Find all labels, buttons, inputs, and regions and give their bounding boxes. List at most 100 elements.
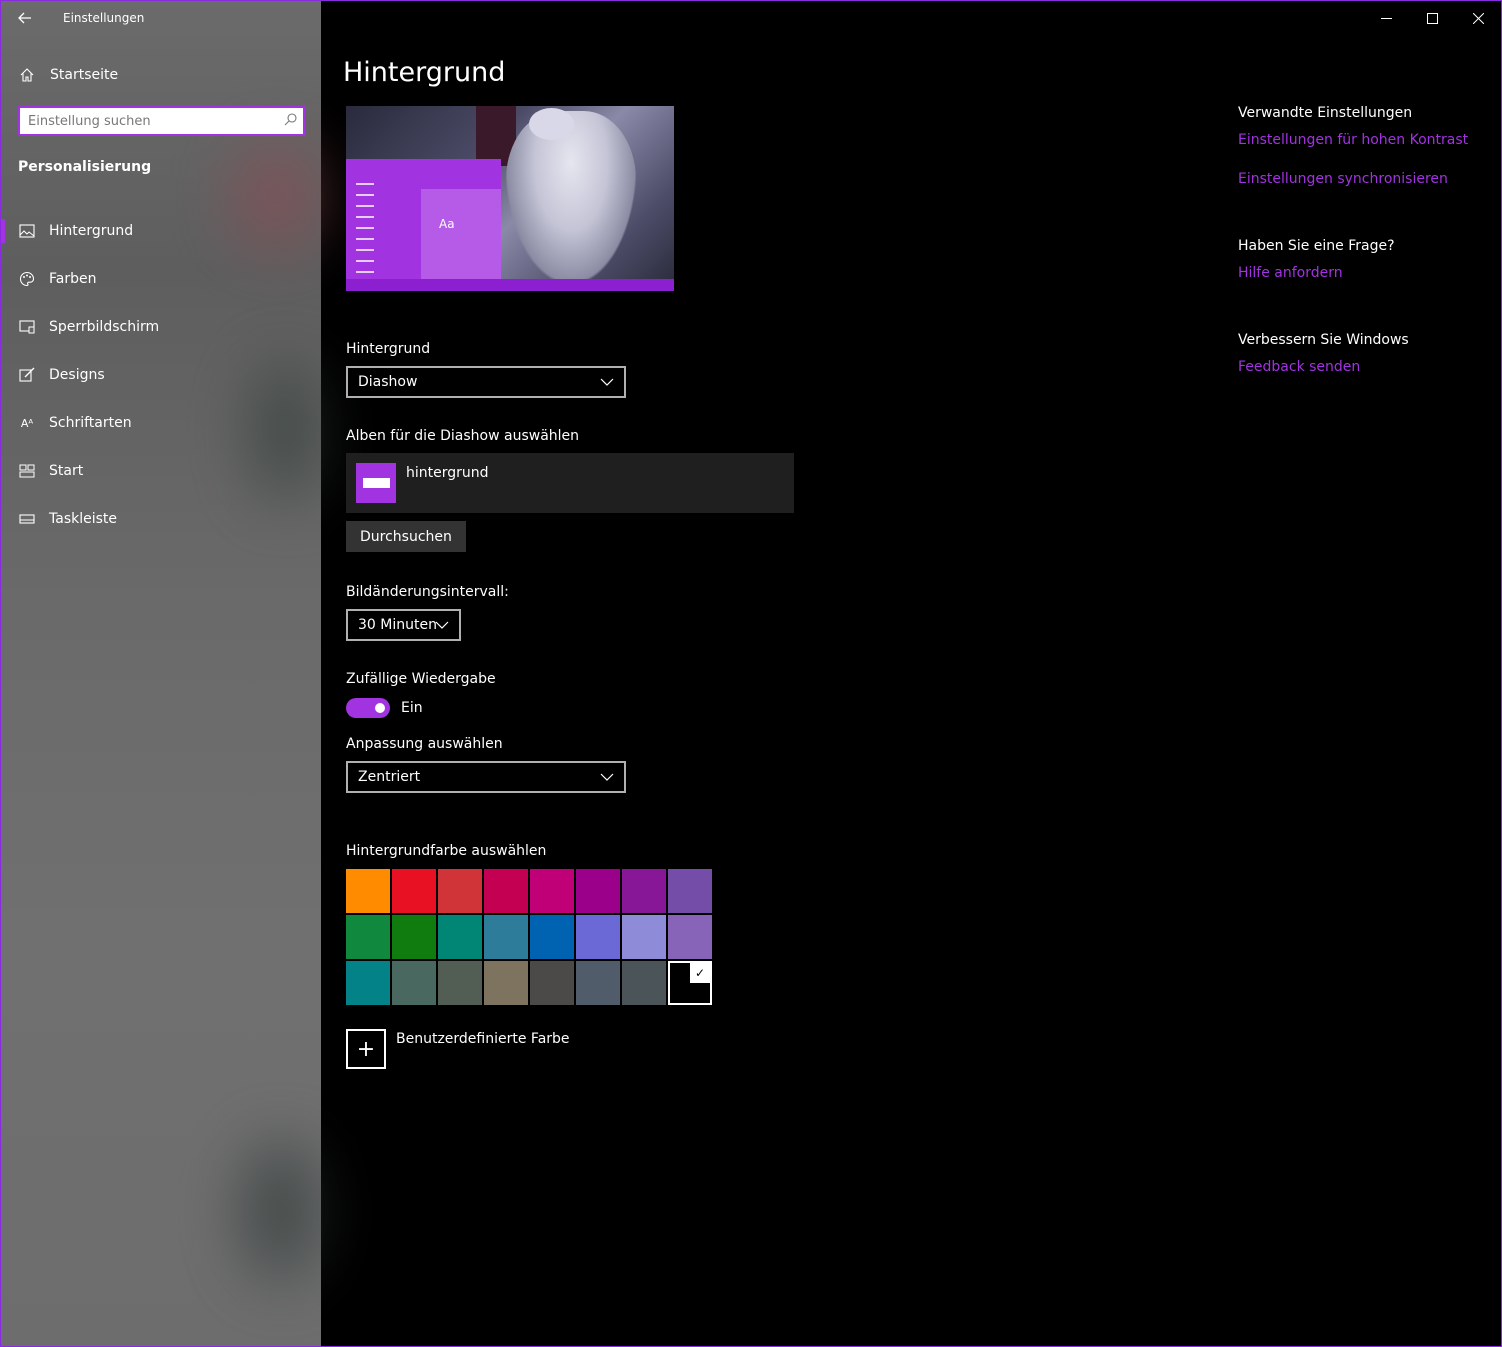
- toggle-knob: [375, 703, 385, 713]
- main-content: Hintergrund Aa Hintergrund Diashow Alben…: [343, 1, 1206, 1346]
- shuffle-label: Zufällige Wiedergabe: [346, 671, 496, 687]
- preview-tiles: Aa: [421, 189, 501, 281]
- color-swatch[interactable]: [346, 915, 390, 959]
- color-swatch[interactable]: [576, 869, 620, 913]
- background-type-dropdown[interactable]: Diashow: [346, 366, 626, 398]
- color-swatch[interactable]: [530, 869, 574, 913]
- album-item[interactable]: hintergrund: [346, 453, 794, 513]
- color-label: Hintergrundfarbe auswählen: [346, 843, 547, 859]
- related-title: Verwandte Einstellungen: [1238, 105, 1413, 121]
- font-icon: Aᴬ: [20, 416, 34, 430]
- minimize-button[interactable]: [1363, 1, 1409, 35]
- nav-item-label: Hintergrund: [49, 223, 134, 239]
- color-swatch[interactable]: [530, 915, 574, 959]
- start-tiles-icon: [18, 464, 36, 478]
- color-swatch[interactable]: [622, 915, 666, 959]
- fit-label: Anpassung auswählen: [346, 736, 503, 752]
- color-swatch-grid: ✓: [346, 869, 714, 1005]
- custom-color-button[interactable]: + Benutzerdefinierte Farbe: [346, 1029, 570, 1069]
- color-swatch[interactable]: [530, 961, 574, 1005]
- high-contrast-link[interactable]: Einstellungen für hohen Kontrast: [1238, 132, 1468, 148]
- plus-icon: +: [346, 1029, 386, 1069]
- image-icon: [18, 224, 36, 238]
- interval-value: 30 Minuten: [358, 617, 437, 633]
- color-swatch[interactable]: [392, 915, 436, 959]
- color-swatch[interactable]: [392, 869, 436, 913]
- designs-brush-icon: [18, 367, 36, 383]
- maximize-icon: [1426, 12, 1438, 24]
- background-type-label: Hintergrund: [346, 341, 431, 357]
- nav-item-farben[interactable]: Farben: [1, 255, 321, 303]
- nav-item-start[interactable]: Start: [1, 447, 321, 495]
- interval-label: Bildänderungsintervall:: [346, 584, 509, 600]
- back-button[interactable]: [1, 1, 49, 35]
- close-button[interactable]: [1455, 1, 1501, 35]
- nav-home[interactable]: Startseite: [1, 59, 321, 91]
- interval-dropdown[interactable]: 30 Minuten: [346, 609, 461, 641]
- preview-start-menu: Aa: [346, 159, 501, 291]
- color-swatch[interactable]: [622, 869, 666, 913]
- background-type-value: Diashow: [358, 374, 418, 390]
- color-swatch[interactable]: [346, 961, 390, 1005]
- color-swatch[interactable]: [346, 869, 390, 913]
- checkmark-icon: ✓: [690, 963, 710, 983]
- settings-window: Einstellungen Startseite Personalisierun…: [0, 0, 1502, 1347]
- nav-item-label: Schriftarten: [49, 415, 132, 431]
- back-arrow-icon: [18, 12, 31, 24]
- shuffle-toggle[interactable]: [346, 698, 390, 718]
- maximize-button[interactable]: [1409, 1, 1455, 35]
- lockscreen-icon: [18, 320, 36, 334]
- color-swatch[interactable]: [668, 915, 712, 959]
- color-swatch[interactable]: ✓: [668, 961, 712, 1005]
- color-swatch[interactable]: [484, 961, 528, 1005]
- nav-item-sperrbildschirm[interactable]: Sperrbildschirm: [1, 303, 321, 351]
- color-swatch[interactable]: [668, 869, 712, 913]
- search-box[interactable]: [18, 106, 305, 136]
- color-swatch[interactable]: [484, 869, 528, 913]
- nav-list: Hintergrund Farben Sperrbildschirm Desig…: [1, 207, 321, 543]
- custom-color-label: Benutzerdefinierte Farbe: [396, 1031, 570, 1047]
- minimize-icon: [1380, 17, 1392, 19]
- preview-taskbar: [346, 279, 674, 291]
- section-title: Personalisierung: [18, 159, 152, 175]
- page-title: Hintergrund: [343, 57, 506, 88]
- question-title: Haben Sie eine Frage?: [1238, 238, 1395, 254]
- nav-item-hintergrund[interactable]: Hintergrund: [1, 207, 321, 255]
- nav-home-label: Startseite: [50, 67, 119, 83]
- nav-item-designs[interactable]: Designs: [1, 351, 321, 399]
- shuffle-state: Ein: [401, 700, 423, 716]
- preview-wallpaper-figure: [506, 111, 636, 283]
- search-input[interactable]: [28, 113, 277, 129]
- nav-item-schriftarten[interactable]: Aᴬ Schriftarten: [1, 399, 321, 447]
- feedback-link[interactable]: Feedback senden: [1238, 359, 1360, 375]
- color-swatch[interactable]: [392, 961, 436, 1005]
- album-folder-icon: [356, 463, 396, 503]
- nav-item-label: Designs: [49, 367, 105, 383]
- sync-settings-link[interactable]: Einstellungen synchronisieren: [1238, 171, 1448, 187]
- title-bar: Einstellungen: [1, 1, 321, 35]
- color-swatch[interactable]: [438, 869, 482, 913]
- color-swatch[interactable]: [438, 961, 482, 1005]
- nav-item-taskleiste[interactable]: Taskleiste: [1, 495, 321, 543]
- color-swatch[interactable]: [576, 961, 620, 1005]
- color-swatch[interactable]: [438, 915, 482, 959]
- sidebar-backdrop-blur: [241, 1141, 321, 1281]
- chevron-down-icon: [600, 378, 614, 386]
- color-swatch[interactable]: [622, 961, 666, 1005]
- nav-item-label: Farben: [49, 271, 97, 287]
- nav-item-label: Taskleiste: [49, 511, 118, 527]
- search-icon[interactable]: [277, 112, 303, 130]
- close-icon: [1472, 12, 1484, 24]
- window-controls: [1363, 1, 1501, 35]
- album-name: hintergrund: [406, 465, 489, 481]
- sidebar: Einstellungen Startseite Personalisierun…: [1, 1, 321, 1346]
- nav-item-label: Start: [49, 463, 84, 479]
- color-swatch[interactable]: [484, 915, 528, 959]
- home-icon: [18, 67, 36, 83]
- get-help-link[interactable]: Hilfe anfordern: [1238, 265, 1343, 281]
- fit-dropdown[interactable]: Zentriert: [346, 761, 626, 793]
- color-swatch[interactable]: [576, 915, 620, 959]
- chevron-down-icon: [435, 621, 449, 629]
- browse-button[interactable]: Durchsuchen: [346, 521, 466, 552]
- palette-icon: [18, 271, 36, 287]
